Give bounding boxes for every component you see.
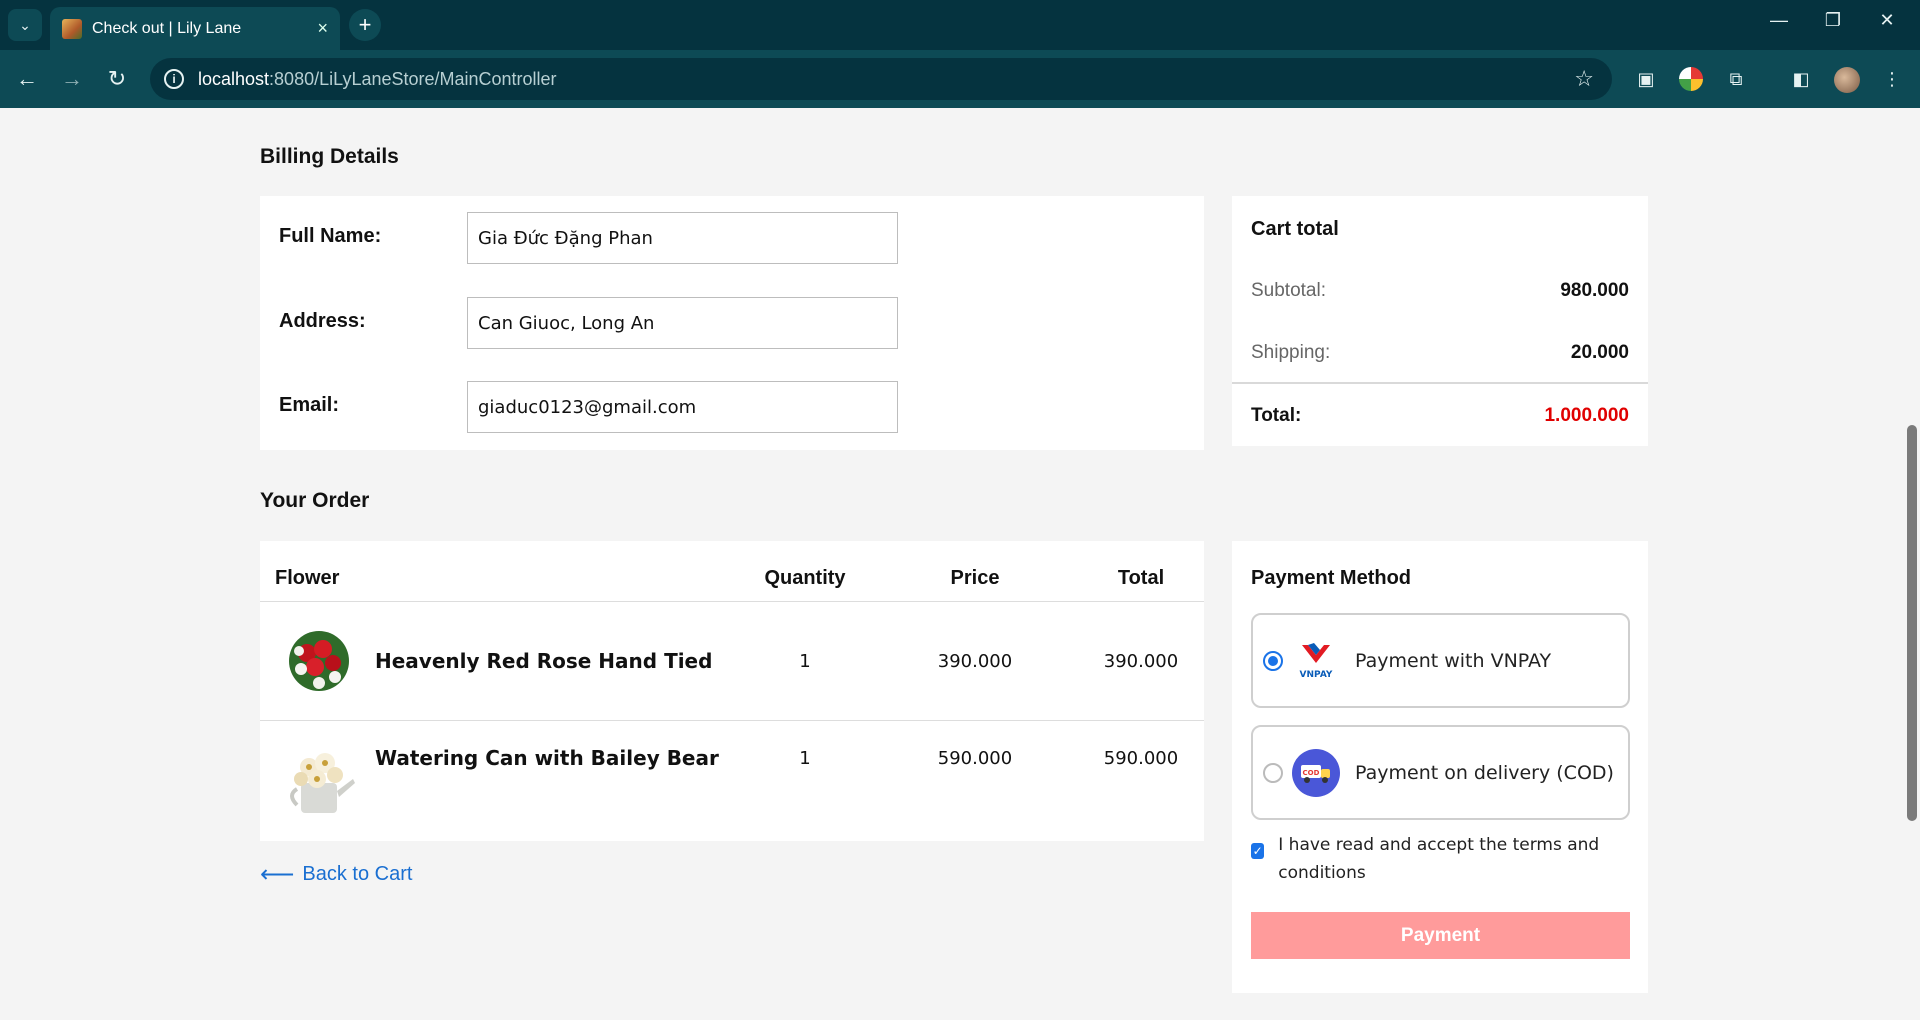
- extensions-puzzle-icon[interactable]: ⧉: [1724, 67, 1748, 91]
- product-name: Watering Can with Bailey Bear: [375, 746, 719, 770]
- cod-radio[interactable]: [1263, 762, 1283, 783]
- back-to-cart-label: Back to Cart: [302, 863, 413, 885]
- table-row-divider: [260, 720, 1204, 721]
- browser-menu-icon[interactable]: ⋮: [1880, 67, 1904, 91]
- profile-avatar[interactable]: [1834, 67, 1860, 93]
- col-header-price: Price: [950, 567, 1000, 589]
- terms-text: I have read and accept the terms and con…: [1278, 835, 1600, 883]
- order-table: Flower Quantity Price Total Heavenly Red…: [260, 541, 1204, 841]
- product-price: 590.000: [937, 748, 1013, 769]
- vnpay-label: Payment with VNPAY: [1355, 649, 1552, 672]
- your-order-title: Your Order: [260, 489, 370, 512]
- payment-method-title: Payment Method: [1251, 567, 1412, 589]
- product-thumbnail-watering-can: [290, 753, 355, 813]
- new-tab-button[interactable]: +: [349, 9, 381, 41]
- scrollbar-thumb[interactable]: [1907, 425, 1917, 821]
- site-info-icon[interactable]: i: [164, 69, 184, 89]
- cod-truck-icon: COD: [1291, 748, 1341, 798]
- back-to-cart-link[interactable]: ⟵ Back to Cart: [260, 860, 412, 889]
- col-header-total: Total: [1117, 567, 1165, 589]
- svg-text:COD: COD: [1303, 769, 1320, 777]
- product-total: 590.000: [1103, 748, 1179, 769]
- terms-agreement: ✓ I have read and accept the terms and c…: [1251, 831, 1621, 887]
- subtotal-value: 980.000: [1560, 280, 1629, 301]
- shipping-label: Shipping:: [1251, 342, 1331, 363]
- page-scrollbar[interactable]: [1902, 108, 1920, 1020]
- url-path: :8080/LiLyLaneStore/MainController: [269, 68, 557, 89]
- restore-icon[interactable]: ❐: [1818, 10, 1848, 31]
- payment-option-cod[interactable]: COD Payment on delivery (COD): [1251, 725, 1630, 820]
- left-arrow-icon: ⟵: [260, 861, 295, 888]
- shipping-value: 20.000: [1570, 342, 1629, 363]
- product-thumbnail-rose-bouquet: [289, 631, 349, 691]
- payment-method-card: Payment Method VNPAY Payment with VNPAY: [1232, 541, 1648, 993]
- product-name: Heavenly Red Rose Hand Tied: [375, 649, 713, 673]
- forward-arrow-icon[interactable]: →: [57, 64, 87, 94]
- total-label: Total:: [1251, 405, 1302, 426]
- tab-search-button[interactable]: ⌄: [8, 9, 42, 41]
- product-quantity: 1: [799, 651, 811, 672]
- bookmark-star-icon[interactable]: ☆: [1574, 66, 1594, 92]
- browser-tab-active[interactable]: Check out | Lily Lane ×: [50, 7, 340, 50]
- total-value: 1.000.000: [1544, 405, 1629, 426]
- address-input[interactable]: [467, 297, 898, 349]
- col-header-flower: Flower: [275, 567, 340, 589]
- extension-colorful-icon[interactable]: [1679, 67, 1703, 91]
- product-quantity: 1: [799, 748, 811, 769]
- browser-toolbar: ← → ↻ i localhost:8080/LiLyLaneStore/Mai…: [0, 50, 1920, 108]
- tab-close-icon[interactable]: ×: [317, 18, 328, 39]
- side-panel-icon[interactable]: ◧: [1789, 67, 1813, 91]
- checkout-page: Billing Details Full Name: Address: Emai…: [0, 108, 1920, 1020]
- billing-details-title: Billing Details: [260, 145, 399, 168]
- full-name-input[interactable]: [467, 212, 898, 264]
- cart-total-card: Cart total Subtotal: 980.000 Shipping: 2…: [1232, 196, 1648, 446]
- cod-label: Payment on delivery (COD): [1355, 761, 1614, 784]
- site-favicon: [62, 18, 82, 39]
- cart-divider: [1232, 382, 1648, 384]
- reload-icon[interactable]: ↻: [102, 64, 132, 94]
- tab-title: Check out | Lily Lane: [92, 19, 242, 37]
- email-input[interactable]: [467, 381, 898, 433]
- payment-button[interactable]: Payment: [1251, 912, 1630, 959]
- vnpay-radio[interactable]: [1263, 650, 1283, 671]
- minimize-icon[interactable]: —: [1764, 10, 1794, 31]
- terms-checkbox[interactable]: ✓: [1251, 843, 1265, 859]
- close-window-icon[interactable]: ✕: [1872, 10, 1902, 31]
- table-header-divider: [260, 601, 1204, 602]
- payment-option-vnpay[interactable]: VNPAY Payment with VNPAY: [1251, 613, 1630, 708]
- cart-total-title: Cart total: [1251, 218, 1339, 240]
- address-label: Address:: [279, 310, 366, 332]
- email-label: Email:: [279, 394, 340, 416]
- subtotal-label: Subtotal:: [1251, 280, 1326, 301]
- product-price: 390.000: [937, 651, 1013, 672]
- vnpay-logo-icon: VNPAY: [1291, 636, 1341, 686]
- billing-details-card: Full Name: Address: Email:: [260, 196, 1204, 450]
- svg-text:VNPAY: VNPAY: [1300, 670, 1333, 680]
- browser-tab-bar: ⌄ Check out | Lily Lane × + — ❐ ✕: [0, 0, 1920, 50]
- address-bar[interactable]: i localhost:8080/LiLyLaneStore/MainContr…: [150, 58, 1612, 100]
- full-name-label: Full Name:: [279, 225, 382, 247]
- back-arrow-icon[interactable]: ←: [12, 64, 42, 94]
- url-host: localhost: [198, 68, 270, 89]
- product-total: 390.000: [1103, 651, 1179, 672]
- cast-icon[interactable]: ▣: [1634, 67, 1658, 91]
- col-header-quantity: Quantity: [764, 567, 846, 589]
